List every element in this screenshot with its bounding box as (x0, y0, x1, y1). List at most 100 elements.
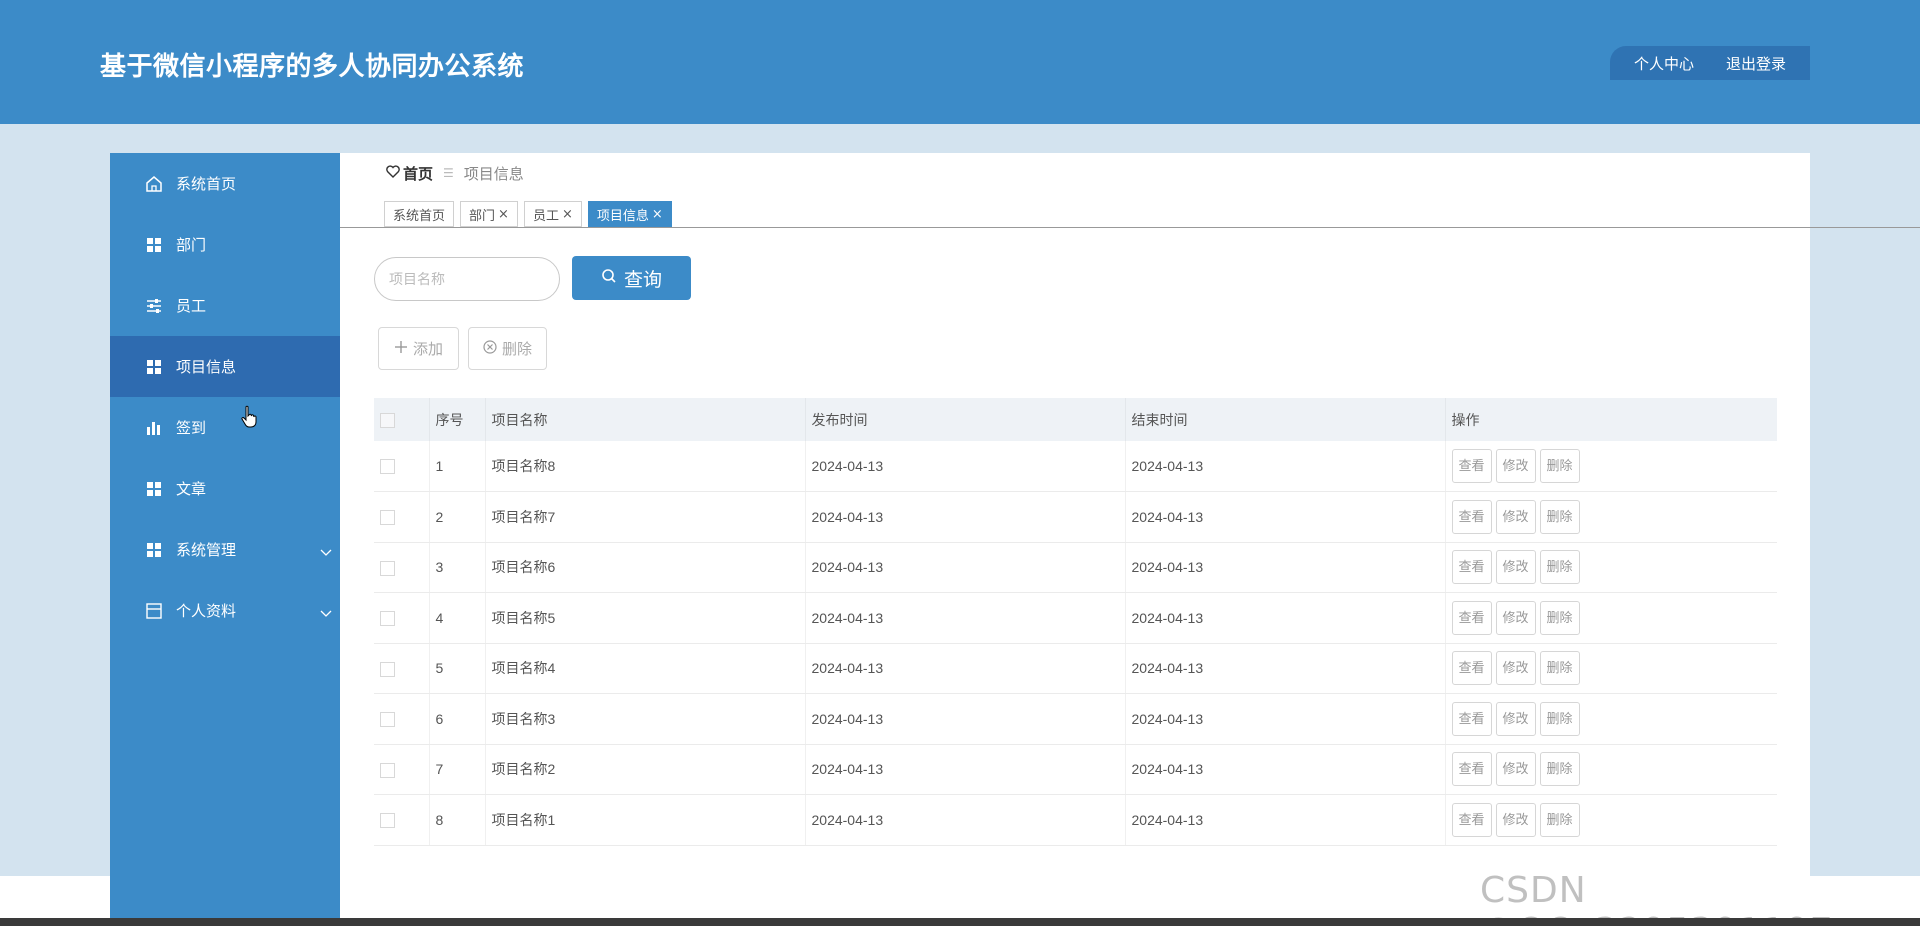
tag-label: 员工 (532, 208, 559, 224)
search-button[interactable]: 查询 (572, 256, 691, 300)
view-button[interactable]: 查看 (1451, 651, 1492, 686)
logout-button[interactable]: 退出登录 (1726, 53, 1786, 74)
end-time-cell: 2024-04-13 (1124, 542, 1445, 593)
table-row: 7 项目名称2 2024-04-13 2024-04-13 查看 修改 删除 (374, 744, 1777, 795)
publish-time-cell: 2024-04-13 (804, 744, 1125, 795)
tag-bar-divider (340, 227, 1920, 228)
sidebar-item-personal-profile[interactable]: 个人资料 (110, 580, 340, 641)
grid-icon (144, 540, 164, 560)
row-checkbox[interactable] (380, 813, 395, 829)
tag-label: 系统首页 (393, 208, 446, 224)
header-button-group: 个人中心 退出登录 (1610, 46, 1810, 80)
row-checkbox[interactable] (380, 611, 395, 627)
select-all-checkbox[interactable] (380, 412, 395, 428)
batch-delete-button[interactable]: 删除 (468, 327, 547, 370)
sidebar-item-article[interactable]: 文章 (110, 458, 340, 519)
tag-department[interactable]: 部门 × (460, 201, 518, 227)
sidebar: 系统首页 部门 员工 项目信息 签到 文章 系统管理 个人资料 (110, 153, 340, 926)
publish-time-cell: 2024-04-13 (804, 794, 1125, 846)
actions-cell: 查看 修改 删除 (1444, 794, 1777, 846)
breadcrumb-home-label: 首页 (403, 164, 434, 183)
sidebar-item-department[interactable]: 部门 (110, 214, 340, 275)
tag-employee[interactable]: 员工 × (523, 201, 582, 227)
breadcrumb: 首页 ☰ 项目信息 (386, 161, 524, 185)
delete-button[interactable]: 删除 (1539, 802, 1580, 837)
project-name-cell: 项目名称3 (484, 693, 805, 745)
delete-button[interactable]: 删除 (1539, 600, 1580, 635)
sliders-icon (144, 296, 164, 316)
sidebar-item-label: 签到 (176, 419, 207, 437)
row-number: 5 (428, 643, 485, 694)
tag-system-home[interactable]: 系统首页 (384, 201, 455, 227)
row-select-cell (374, 744, 429, 795)
close-icon[interactable]: × (562, 207, 573, 222)
sidebar-item-employee[interactable]: 员工 (110, 275, 340, 336)
view-button[interactable]: 查看 (1451, 701, 1492, 736)
publish-time-cell: 2024-04-13 (804, 643, 1125, 694)
add-button[interactable]: 添加 (378, 327, 459, 370)
sidebar-item-checkin[interactable]: 签到 (110, 397, 340, 458)
close-icon[interactable]: × (652, 207, 663, 222)
view-button[interactable]: 查看 (1451, 550, 1492, 585)
sidebar-item-label: 项目信息 (176, 358, 237, 376)
grid-icon (144, 357, 164, 377)
actions-cell: 查看 修改 删除 (1444, 643, 1777, 694)
view-button[interactable]: 查看 (1451, 802, 1492, 837)
tag-project-info[interactable]: 项目信息 × (587, 201, 672, 227)
calendar-icon (144, 601, 164, 621)
close-icon[interactable]: × (498, 207, 509, 222)
column-header: 发布时间 (804, 398, 1125, 441)
edit-button[interactable]: 修改 (1495, 752, 1536, 787)
project-table: 序号 项目名称 发布时间 结束时间 操作 1 项目名称8 2024-04-13 202… (374, 398, 1777, 846)
bar-chart-icon (144, 418, 164, 438)
delete-button[interactable]: 删除 (1539, 701, 1580, 736)
row-checkbox[interactable] (380, 762, 395, 778)
row-number: 8 (428, 794, 485, 846)
row-checkbox[interactable] (380, 459, 395, 475)
row-checkbox[interactable] (380, 510, 395, 526)
view-button[interactable]: 查看 (1451, 752, 1492, 787)
delete-button[interactable]: 删除 (1539, 550, 1580, 585)
home-icon (144, 174, 164, 194)
edit-button[interactable]: 修改 (1495, 651, 1536, 686)
table-body: 1 项目名称8 2024-04-13 2024-04-13 查看 修改 删除 2 项目名称7 20… (374, 441, 1777, 846)
top-header: 基于微信小程序的多人协同办公系统 个人中心 退出登录 (0, 0, 1920, 124)
sidebar-item-system-management[interactable]: 系统管理 (110, 519, 340, 580)
table-header-row: 序号 项目名称 发布时间 结束时间 操作 (374, 398, 1777, 441)
row-select-cell (374, 491, 429, 543)
main-content: 首页 ☰ 项目信息 系统首页 部门 × 员工 × 项目信息 × 查询 添 (241, 153, 1920, 926)
sidebar-item-home[interactable]: 系统首页 (110, 153, 340, 214)
search-button-label: 查询 (623, 268, 662, 291)
view-button[interactable]: 查看 (1451, 499, 1492, 534)
end-time-cell: 2024-04-13 (1124, 441, 1445, 492)
edit-button[interactable]: 修改 (1495, 701, 1536, 736)
row-checkbox[interactable] (380, 661, 395, 677)
edit-button[interactable]: 修改 (1495, 449, 1536, 483)
sidebar-item-project-info[interactable]: 项目信息 (110, 336, 340, 397)
column-header: 项目名称 (484, 398, 805, 441)
edit-button[interactable]: 修改 (1495, 600, 1536, 635)
view-button[interactable]: 查看 (1451, 600, 1492, 635)
delete-button[interactable]: 删除 (1539, 449, 1580, 483)
row-checkbox[interactable] (380, 712, 395, 728)
view-button[interactable]: 查看 (1451, 449, 1492, 483)
delete-button[interactable]: 删除 (1539, 651, 1580, 686)
delete-button[interactable]: 删除 (1539, 752, 1580, 787)
taskbar-strip (0, 918, 1920, 926)
edit-button[interactable]: 修改 (1495, 550, 1536, 585)
grid-icon (144, 235, 164, 255)
project-name-search-input[interactable] (374, 257, 560, 301)
end-time-cell: 2024-04-13 (1124, 592, 1445, 644)
project-name-cell: 项目名称5 (484, 592, 805, 644)
project-name-cell: 项目名称7 (484, 491, 805, 543)
delete-button[interactable]: 删除 (1539, 499, 1580, 534)
edit-button[interactable]: 修改 (1495, 802, 1536, 837)
profile-center-button[interactable]: 个人中心 (1634, 53, 1694, 74)
breadcrumb-current: 项目信息 (463, 164, 524, 183)
edit-button[interactable]: 修改 (1495, 499, 1536, 534)
column-header: 结束时间 (1124, 398, 1445, 441)
breadcrumb-home[interactable]: 首页 (386, 163, 433, 184)
row-checkbox[interactable] (380, 560, 395, 576)
project-name-cell: 项目名称4 (484, 643, 805, 694)
end-time-cell: 2024-04-13 (1124, 643, 1445, 694)
